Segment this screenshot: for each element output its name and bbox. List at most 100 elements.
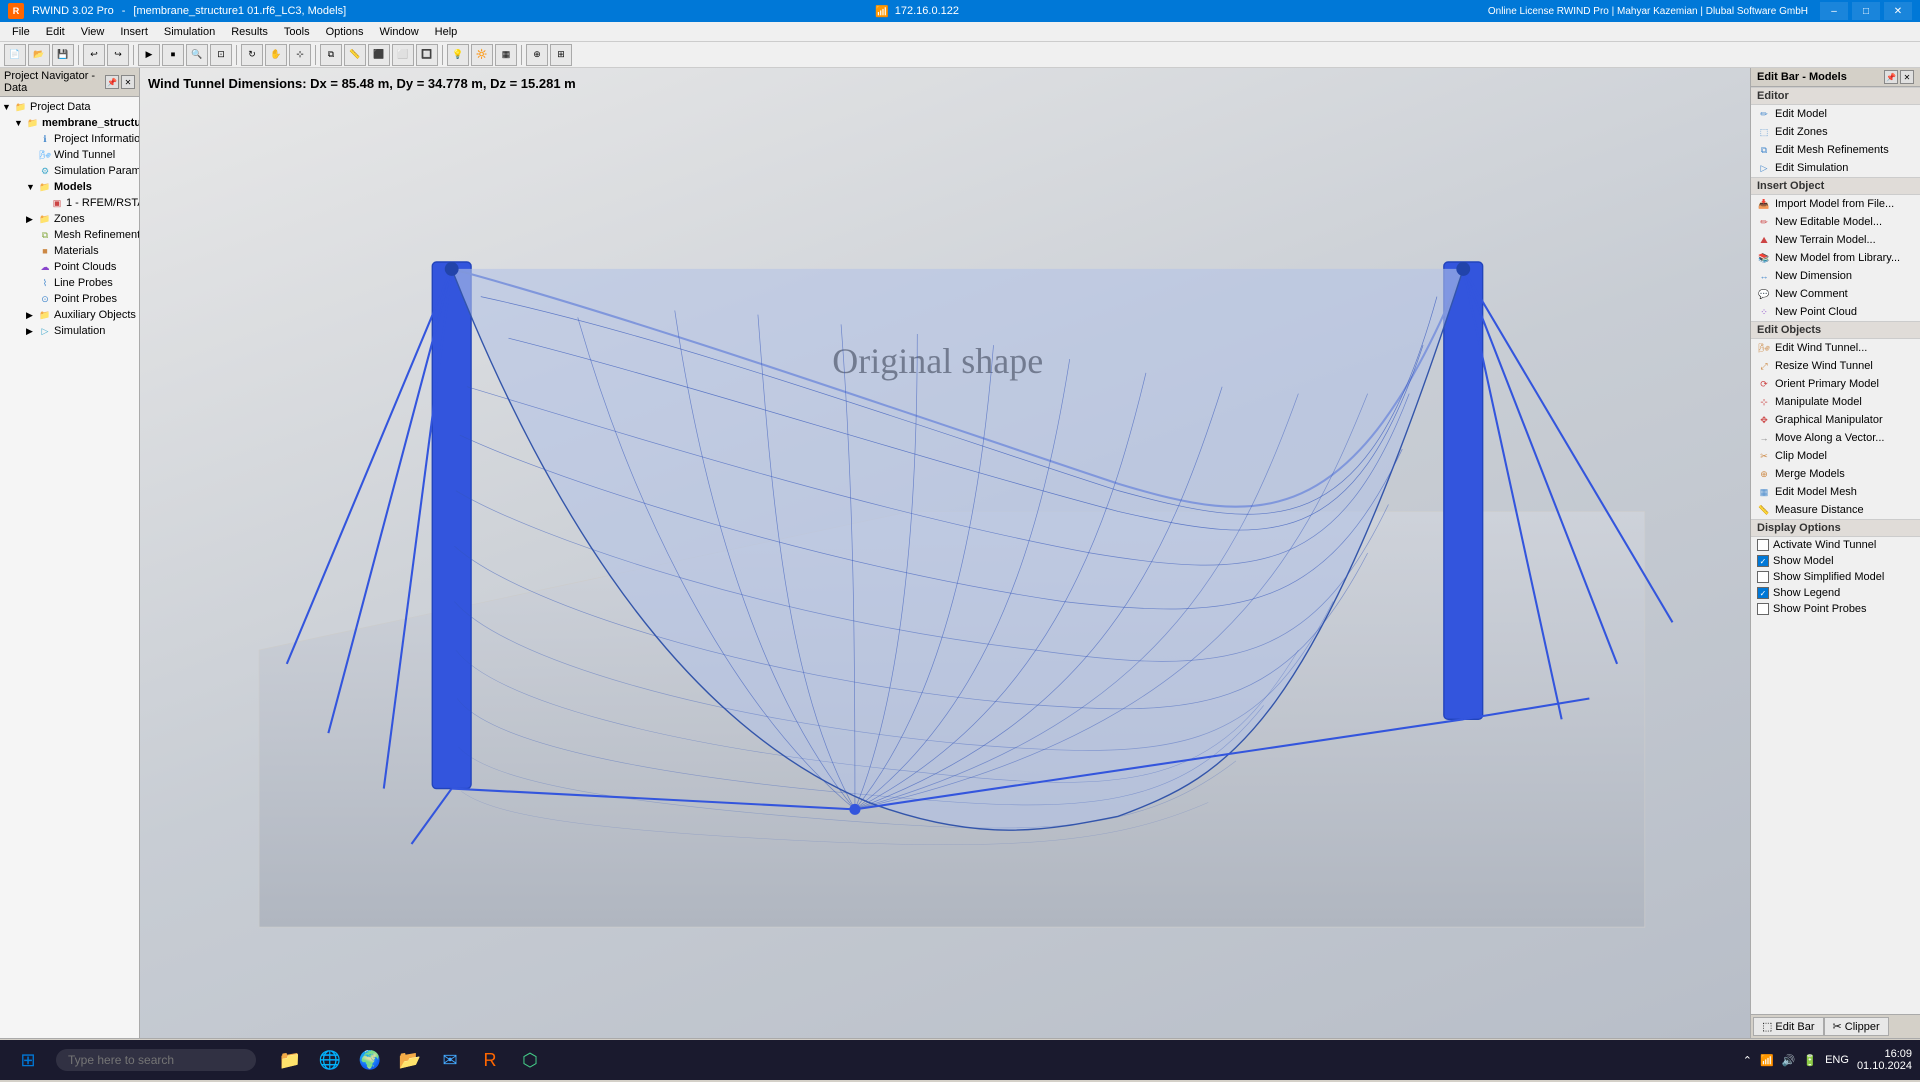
edit-wind-tunnel-item[interactable]: 🌬 Edit Wind Tunnel... (1751, 339, 1920, 357)
right-panel-close[interactable]: ✕ (1900, 70, 1914, 84)
taskbar-app-extra[interactable]: ⬡ (512, 1042, 548, 1078)
tree-project-data[interactable]: ▼ 📁 Project Data (0, 99, 139, 115)
tree-aux-objects[interactable]: ▶ 📁 Auxiliary Objects (0, 307, 139, 323)
move-vector-item[interactable]: → Move Along a Vector... (1751, 429, 1920, 447)
graphical-manipulator-item[interactable]: ✥ Graphical Manipulator (1751, 411, 1920, 429)
new-editable-item[interactable]: ✏ New Editable Model... (1751, 213, 1920, 231)
menu-edit[interactable]: Edit (38, 22, 73, 41)
tree-point-clouds[interactable]: ☁ Point Clouds (0, 259, 139, 275)
clipper-button[interactable]: ✂ Clipper (1824, 1017, 1889, 1036)
expand-models[interactable]: ▼ (26, 182, 38, 192)
tree-models[interactable]: ▼ 📁 Models (0, 179, 139, 195)
expand-icon[interactable]: ▼ (2, 102, 14, 112)
edit-model-item[interactable]: ✏ Edit Model (1751, 105, 1920, 123)
tb-view2[interactable]: ⬜ (392, 44, 414, 66)
tb-measure[interactable]: 📏 (344, 44, 366, 66)
new-library-item[interactable]: 📚 New Model from Library... (1751, 249, 1920, 267)
tree-wind-tunnel[interactable]: 🌬 Wind Tunnel (0, 147, 139, 163)
tree-point-probes[interactable]: ⊙ Point Probes (0, 291, 139, 307)
show-point-probes-checkbox[interactable]: Show Point Probes (1751, 601, 1920, 617)
taskbar-app-files[interactable]: 📁 (272, 1042, 308, 1078)
new-dimension-item[interactable]: ↔ New Dimension (1751, 267, 1920, 285)
taskbar-up-arrow[interactable]: ⌃ (1743, 1054, 1752, 1067)
show-point-probes-cb[interactable] (1757, 603, 1769, 615)
show-simplified-checkbox[interactable]: Show Simplified Model (1751, 569, 1920, 585)
tb-select[interactable]: ⊹ (289, 44, 311, 66)
expand-aux[interactable]: ▶ (26, 310, 38, 321)
menu-view[interactable]: View (73, 22, 113, 41)
tb-mesh[interactable]: ⧉ (320, 44, 342, 66)
tree-zones[interactable]: ▶ 📁 Zones (0, 211, 139, 227)
tb-pan[interactable]: ✋ (265, 44, 287, 66)
maximize-button[interactable]: □ (1852, 2, 1880, 20)
tb-fit[interactable]: ⊡ (210, 44, 232, 66)
new-terrain-item[interactable]: ⛰ New Terrain Model... (1751, 231, 1920, 249)
tree-simulation[interactable]: ▶ ▷ Simulation (0, 323, 139, 339)
expand-sim[interactable]: ▶ (26, 326, 38, 337)
new-comment-item[interactable]: 💬 New Comment (1751, 285, 1920, 303)
panel-controls[interactable]: 📌 ✕ (105, 75, 135, 89)
right-panel-pin[interactable]: 📌 (1884, 70, 1898, 84)
tree-project-info[interactable]: ℹ Project Information (0, 131, 139, 147)
tree-line-probes[interactable]: ⌇ Line Probes (0, 275, 139, 291)
menu-simulation[interactable]: Simulation (156, 22, 223, 41)
tb-new[interactable]: 📄 (4, 44, 26, 66)
tb-light[interactable]: 💡 (447, 44, 469, 66)
tb-axis[interactable]: ⊕ (526, 44, 548, 66)
tb-grid[interactable]: ⊞ (550, 44, 572, 66)
tree-mesh-refinements[interactable]: ⧉ Mesh Refinements (0, 227, 139, 243)
manipulate-model-item[interactable]: ⊹ Manipulate Model (1751, 393, 1920, 411)
show-legend-checkbox[interactable]: ✓ Show Legend (1751, 585, 1920, 601)
edit-model-mesh-item[interactable]: ▦ Edit Model Mesh (1751, 483, 1920, 501)
menu-insert[interactable]: Insert (112, 22, 156, 41)
taskbar-search-input[interactable] (56, 1049, 256, 1071)
panel-close-button[interactable]: ✕ (121, 75, 135, 89)
window-controls[interactable]: – □ ✕ (1820, 2, 1912, 20)
tb-stop[interactable]: ⏹ (162, 44, 184, 66)
tb-redo[interactable]: ↪ (107, 44, 129, 66)
merge-models-item[interactable]: ⊕ Merge Models (1751, 465, 1920, 483)
show-legend-cb[interactable]: ✓ (1757, 587, 1769, 599)
measure-distance-item[interactable]: 📏 Measure Distance (1751, 501, 1920, 519)
menu-results[interactable]: Results (223, 22, 276, 41)
expand-icon-2[interactable]: ▼ (14, 118, 26, 128)
viewport[interactable]: Wind Tunnel Dimensions: Dx = 85.48 m, Dy… (140, 68, 1750, 1038)
tb-view1[interactable]: ⬛ (368, 44, 390, 66)
right-panel-controls[interactable]: 📌 ✕ (1884, 70, 1914, 84)
edit-bar-button[interactable]: ⬚ Edit Bar (1753, 1017, 1824, 1036)
tree-materials[interactable]: ■ Materials (0, 243, 139, 259)
tb-save[interactable]: 💾 (52, 44, 74, 66)
tb-zoom[interactable]: 🔍 (186, 44, 208, 66)
orient-model-item[interactable]: ⟳ Orient Primary Model (1751, 375, 1920, 393)
activate-wind-tunnel-checkbox[interactable]: Activate Wind Tunnel (1751, 537, 1920, 553)
clip-model-item[interactable]: ✂ Clip Model (1751, 447, 1920, 465)
close-button[interactable]: ✕ (1884, 2, 1912, 20)
menu-help[interactable]: Help (427, 22, 466, 41)
minimize-button[interactable]: – (1820, 2, 1848, 20)
activate-wind-tunnel-cb[interactable] (1757, 539, 1769, 551)
import-model-item[interactable]: 📥 Import Model from File... (1751, 195, 1920, 213)
show-model-cb[interactable]: ✓ (1757, 555, 1769, 567)
resize-wind-tunnel-item[interactable]: ⤢ Resize Wind Tunnel (1751, 357, 1920, 375)
tree-rfem-model[interactable]: ▣ 1 - RFEM/RSTAB Mo (0, 195, 139, 211)
panel-pin-button[interactable]: 📌 (105, 75, 119, 89)
tb-open[interactable]: 📂 (28, 44, 50, 66)
show-simplified-cb[interactable] (1757, 571, 1769, 583)
menu-tools[interactable]: Tools (276, 22, 318, 41)
tb-run[interactable]: ▶ (138, 44, 160, 66)
tb-rotate[interactable]: ↻ (241, 44, 263, 66)
edit-sim-item[interactable]: ▷ Edit Simulation (1751, 159, 1920, 177)
start-button[interactable]: ⊞ (8, 1042, 48, 1078)
edit-mesh-item[interactable]: ⧉ Edit Mesh Refinements (1751, 141, 1920, 159)
tb-undo[interactable]: ↩ (83, 44, 105, 66)
tree-sim-params[interactable]: ⚙ Simulation Parameters (0, 163, 139, 179)
show-model-checkbox[interactable]: ✓ Show Model (1751, 553, 1920, 569)
tb-shade[interactable]: 🔆 (471, 44, 493, 66)
expand-zones[interactable]: ▶ (26, 214, 38, 225)
taskbar-app-edge[interactable]: 🌐 (312, 1042, 348, 1078)
taskbar-app-folder[interactable]: 📂 (392, 1042, 428, 1078)
taskbar-app-rwind[interactable]: R (472, 1042, 508, 1078)
menu-file[interactable]: File (4, 22, 38, 41)
taskbar-app-mail[interactable]: ✉ (432, 1042, 468, 1078)
tree-membrane[interactable]: ▼ 📁 membrane_structure1 (0, 115, 139, 131)
